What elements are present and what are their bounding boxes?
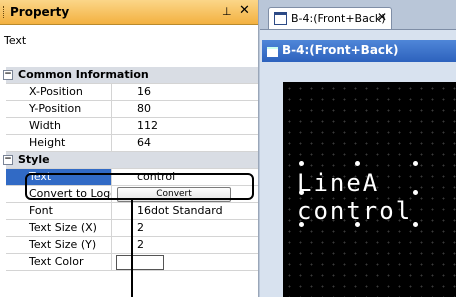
property-value[interactable]: 112 — [113, 118, 258, 134]
convert-button[interactable]: Convert — [117, 187, 231, 202]
property-name: Font — [6, 203, 112, 219]
document-icon — [274, 12, 287, 25]
property-value[interactable]: 80 — [113, 101, 258, 117]
panel-title: Property — [10, 5, 70, 19]
category-label: Style — [18, 153, 50, 166]
pin-icon[interactable]: ⊥ — [222, 5, 232, 18]
property-name: Text Size (X) — [6, 220, 112, 236]
property-row-width[interactable]: Width 112 — [6, 118, 258, 135]
callout-line — [131, 200, 133, 297]
property-value: Convert — [113, 186, 258, 202]
app-root: Property ⊥ ✕ Text − Common Information X… — [0, 0, 456, 297]
property-name: Convert to Logo Text — [6, 186, 112, 202]
category-label: Common Information — [18, 68, 149, 81]
close-icon[interactable]: ✕ — [239, 3, 250, 18]
selection-handle[interactable] — [299, 222, 304, 227]
property-name: Y-Position — [6, 101, 112, 117]
lcd-text-line-2[interactable]: control — [297, 198, 412, 224]
window-icon — [267, 47, 278, 57]
property-name: X-Position — [6, 84, 112, 100]
property-value[interactable]: 16 — [113, 84, 258, 100]
tab-label: B-4:(Front+Back) — [291, 12, 386, 25]
property-name: Text Size (Y) — [6, 237, 112, 253]
color-swatch[interactable] — [116, 255, 164, 270]
property-name: Height — [6, 135, 112, 151]
property-row-x-position[interactable]: X-Position 16 — [6, 84, 258, 101]
property-panel-titlebar[interactable]: Property ⊥ ✕ — [0, 0, 258, 25]
selection-handle[interactable] — [355, 222, 360, 227]
property-value[interactable]: 2 — [113, 237, 258, 253]
property-value[interactable]: control — [113, 169, 258, 185]
property-value[interactable]: 2 — [113, 220, 258, 236]
property-name: Text — [6, 169, 112, 185]
collapse-icon[interactable]: − — [3, 155, 13, 165]
property-value[interactable]: 64 — [113, 135, 258, 151]
property-panel: Property ⊥ ✕ Text − Common Information X… — [0, 0, 259, 297]
lcd-text-line-1[interactable]: LineA — [297, 170, 379, 196]
description-text: Text — [4, 34, 27, 47]
selection-handle[interactable] — [355, 161, 360, 166]
property-description: Text — [0, 25, 258, 67]
property-row-y-position[interactable]: Y-Position 80 — [6, 101, 258, 118]
property-row-text[interactable]: Text control — [6, 169, 258, 186]
selection-handle[interactable] — [413, 222, 418, 227]
property-value[interactable]: 16dot Standard — [113, 203, 258, 219]
category-style[interactable]: − Style — [3, 152, 258, 169]
document-window-titlebar[interactable]: B-4:(Front+Back) — [262, 40, 456, 62]
tab-close-icon[interactable]: ✕ — [377, 10, 387, 24]
selection-handle[interactable] — [299, 190, 304, 195]
tab-b4-front-back[interactable]: B-4:(Front+Back) ✕ — [268, 7, 392, 30]
selection-handle[interactable] — [413, 161, 418, 166]
lcd-canvas[interactable]: LineA control — [283, 82, 456, 297]
property-row-height[interactable]: Height 64 — [6, 135, 258, 152]
property-name: Width — [6, 118, 112, 134]
selection-handle[interactable] — [413, 190, 418, 195]
grip-icon[interactable] — [3, 6, 6, 18]
property-value — [113, 254, 258, 270]
category-common-information[interactable]: − Common Information — [3, 67, 258, 84]
document-title: B-4:(Front+Back) — [282, 43, 399, 57]
property-name: Text Color — [6, 254, 112, 270]
selection-handle[interactable] — [299, 161, 304, 166]
collapse-icon[interactable]: − — [3, 70, 13, 80]
